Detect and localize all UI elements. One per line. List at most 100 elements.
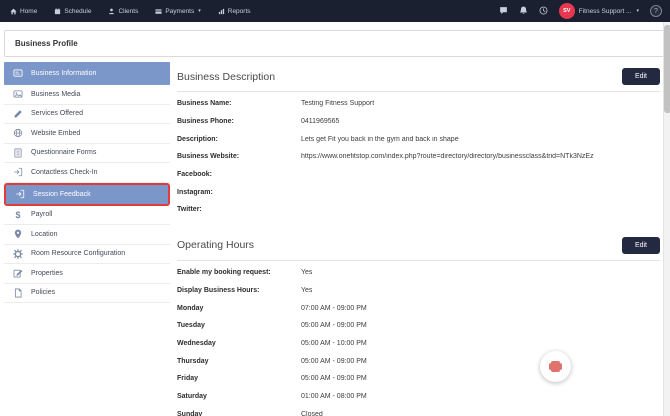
document-icon xyxy=(13,288,23,298)
section-header: Operating Hours Edit xyxy=(177,231,660,260)
sidebar-item-payroll[interactable]: $ Payroll xyxy=(4,206,170,225)
field-row: Business Name: Testing Fitness Support xyxy=(177,95,660,113)
field-label: Instagram: xyxy=(177,188,213,196)
sidebar-item-label: Session Feedback xyxy=(33,190,91,198)
scrollbar-track[interactable] xyxy=(663,22,670,416)
bell-icon[interactable] xyxy=(519,2,528,20)
field-label: Saturday xyxy=(177,392,207,400)
sidebar-item-services-offered[interactable]: Services Offered xyxy=(4,105,170,124)
nav-item-payments[interactable]: Payments ▾ xyxy=(155,8,201,15)
display-business-hours-value: Yes xyxy=(301,286,313,294)
field-row: Wednesday 05:00 AM - 10:00 PM xyxy=(177,335,660,353)
sidebar-item-label: Services Offered xyxy=(31,110,84,118)
nav-item-label: Schedule xyxy=(64,7,92,15)
field-label: Enable my booking request: xyxy=(177,269,271,277)
sidebar-item-contactless-check-in[interactable]: Contactless Check-In xyxy=(4,163,170,183)
business-media-icon xyxy=(13,89,23,99)
payroll-icon: $ xyxy=(15,209,21,220)
field-row: Twitter: xyxy=(177,201,660,219)
field-label: Monday xyxy=(177,304,204,312)
questionnaire-forms-icon xyxy=(13,148,23,158)
sidebar-item-properties[interactable]: Properties xyxy=(4,264,170,284)
section-title: Operating Hours xyxy=(177,239,255,252)
nav-item-clients[interactable]: Clients xyxy=(108,8,138,15)
thursday-hours-value: 05:00 AM - 09:00 PM xyxy=(301,357,367,365)
sidebar-item-session-feedback[interactable]: Session Feedback xyxy=(4,182,170,206)
scrollbar-thumb[interactable] xyxy=(664,25,670,113)
support-widget-button[interactable] xyxy=(540,351,571,382)
sidebar-item-label: Location xyxy=(31,230,58,238)
clock-icon[interactable] xyxy=(539,2,548,20)
sidebar-item-label: Room Resource Configuration xyxy=(31,250,126,258)
sidebar-item-label: Policies xyxy=(31,289,56,297)
sidebar-item-label: Contactless Check-In xyxy=(31,168,98,176)
field-row: Facebook: xyxy=(177,166,660,184)
main-panel: Business Description Edit Business Name:… xyxy=(177,62,666,416)
account-menu[interactable]: SV Fitness Support ... ▾ xyxy=(558,3,639,19)
business-name-value: Testing Fitness Support xyxy=(301,100,375,108)
nav-item-label: Reports xyxy=(227,7,251,15)
sidebar-item-label: Business Information xyxy=(31,69,97,77)
field-row: Description: Lets get Fit you back in th… xyxy=(177,130,660,148)
nav-item-home[interactable]: Home xyxy=(10,8,37,15)
field-label: Business Phone: xyxy=(177,118,234,126)
friday-hours-value: 05:00 AM - 09:00 PM xyxy=(301,375,367,383)
business-information-icon xyxy=(13,68,23,78)
field-row: Enable my booking request: Yes xyxy=(177,264,660,282)
avatar: SV xyxy=(558,3,575,19)
properties-edit-icon xyxy=(13,268,23,278)
field-label: Display Business Hours: xyxy=(177,286,260,294)
field-row: Thursday 05:00 AM - 09:00 PM xyxy=(177,352,660,370)
sidebar-item-questionnaire-forms[interactable]: Questionnaire Forms xyxy=(4,144,170,163)
nav-item-label: Clients xyxy=(118,7,139,15)
field-label: Twitter: xyxy=(177,206,202,214)
enable-booking-request-value: Yes xyxy=(301,269,313,277)
sunday-hours-value: Closed xyxy=(301,410,323,416)
wednesday-hours-value: 05:00 AM - 10:00 PM xyxy=(301,339,367,347)
sidebar-item-business-information[interactable]: Business Information xyxy=(4,62,170,85)
field-row: Business Website: https://www.onefitstop… xyxy=(177,148,660,166)
sidebar-item-label: Business Media xyxy=(31,90,81,98)
sidebar-item-policies[interactable]: Policies xyxy=(4,284,170,303)
help-icon[interactable]: ? xyxy=(650,5,662,17)
nav-item-schedule[interactable]: Schedule xyxy=(54,8,91,15)
nav-item-reports[interactable]: Reports xyxy=(218,8,251,15)
field-label: Sunday xyxy=(177,410,203,416)
support-widget-icon xyxy=(548,360,563,373)
field-row: Saturday 01:00 AM - 08:00 PM xyxy=(177,388,660,406)
sidebar: Business Information Business Media Serv… xyxy=(4,62,170,303)
sidebar-item-label: Website Embed xyxy=(31,129,81,137)
session-feedback-icon xyxy=(15,189,25,199)
field-list: Business Name: Testing Fitness Support B… xyxy=(177,92,660,219)
clients-icon xyxy=(109,8,115,14)
nav-menu: Home Schedule Clients Payments ▾ Reports xyxy=(10,8,251,15)
field-label: Thursday xyxy=(177,357,209,365)
field-label: Description: xyxy=(177,135,218,143)
section-header: Business Description Edit xyxy=(177,62,660,91)
field-row: Friday 05:00 AM - 09:00 PM xyxy=(177,370,660,388)
payments-icon xyxy=(155,8,162,14)
field-label: Friday xyxy=(177,375,199,383)
sidebar-item-label: Properties xyxy=(31,269,63,277)
sidebar-item-business-media[interactable]: Business Media xyxy=(4,85,170,105)
field-label: Tuesday xyxy=(177,322,205,330)
business-profile-screen: Home Schedule Clients Payments ▾ Reports xyxy=(0,0,670,416)
edit-operating-hours-button[interactable]: Edit xyxy=(621,236,660,254)
field-label: Business Website: xyxy=(177,153,240,161)
sidebar-item-label: Questionnaire Forms xyxy=(31,149,97,157)
contactless-check-in-icon xyxy=(13,167,23,177)
chat-icon[interactable] xyxy=(499,2,508,20)
reports-icon xyxy=(218,8,224,14)
page-title-bar: Business Profile xyxy=(4,30,666,57)
sidebar-item-location[interactable]: Location xyxy=(4,225,170,245)
business-website-link[interactable]: https://www.onefitstop.com/index.php?rou… xyxy=(301,153,594,160)
sidebar-item-room-resource-configuration[interactable]: Room Resource Configuration xyxy=(4,245,170,264)
top-navbar: Home Schedule Clients Payments ▾ Reports xyxy=(0,0,670,22)
home-icon xyxy=(10,8,17,14)
gear-icon xyxy=(13,249,23,259)
sidebar-item-website-embed[interactable]: Website Embed xyxy=(4,124,170,144)
edit-business-description-button[interactable]: Edit xyxy=(621,68,660,85)
chevron-down-icon: ▾ xyxy=(636,8,639,14)
field-list: Enable my booking request: Yes Display B… xyxy=(177,261,660,416)
field-label: Wednesday xyxy=(177,339,216,347)
